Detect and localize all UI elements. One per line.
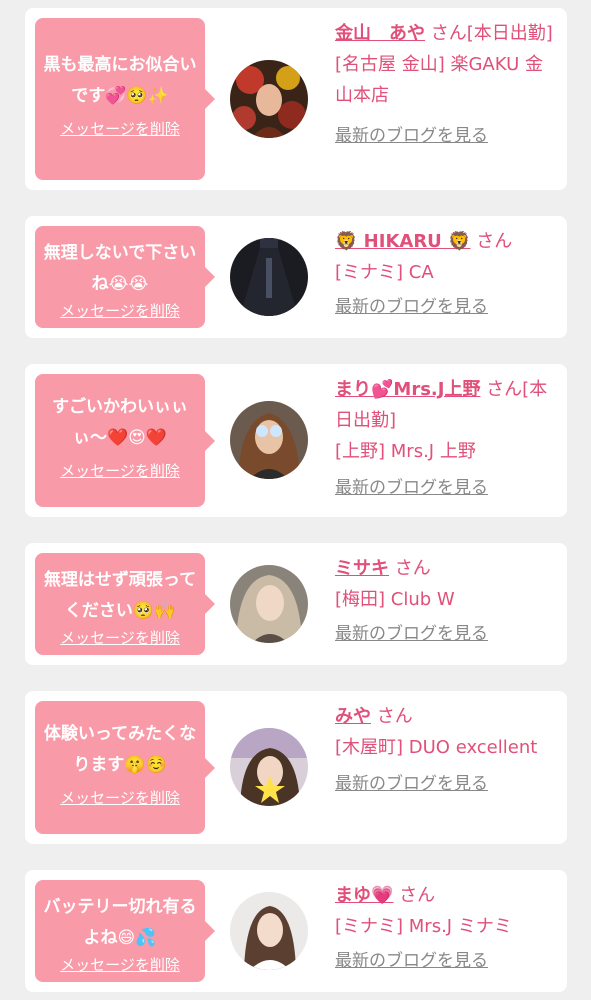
avatar[interactable]	[230, 565, 308, 643]
latest-blog-link[interactable]: 最新のブログを見る	[335, 121, 488, 152]
sender-info: 🦁 HIKARU 🦁 さん [ミナミ] CA 最新のブログを見る	[335, 226, 557, 323]
sender-status: さん[本日出勤]	[430, 23, 553, 44]
shop-link[interactable]: [ミナミ] CA	[335, 257, 557, 288]
delete-message-link[interactable]: メッセージを削除	[60, 627, 180, 648]
message-bubble: 黒も最高にお似合いです💞🥺✨ メッセージを削除	[35, 18, 215, 180]
message-text: 黒も最高にお似合いです💞🥺✨	[43, 55, 197, 106]
message-bubble: 無理はせず頑張ってください🥺🙌 メッセージを削除	[35, 553, 215, 655]
message-card: 黒も最高にお似合いです💞🥺✨ メッセージを削除 金山 あや さん[本日出勤] […	[25, 8, 567, 190]
sender-info: 金山 あや さん[本日出勤] [名古屋 金山] 楽GAKU 金山本店 最新のブロ…	[335, 18, 557, 152]
delete-message-link[interactable]: メッセージを削除	[60, 954, 180, 975]
message-card: すごいかわいぃぃぃ〜❤️😍❤️ メッセージを削除 まり💕Mrs.J上野 さん[本…	[25, 364, 567, 517]
shop-link[interactable]: [木屋町] DUO excellent	[335, 732, 557, 763]
shop-link[interactable]: [上野] Mrs.J 上野	[335, 436, 557, 467]
delete-message-link[interactable]: メッセージを削除	[60, 300, 180, 321]
message-text: 無理しないで下さいね😭😭	[43, 243, 197, 294]
sender-info: まゆ💗 さん [ミナミ] Mrs.J ミナミ 最新のブログを見る	[335, 880, 557, 977]
avatar[interactable]	[230, 401, 308, 479]
delete-message-link[interactable]: メッセージを削除	[60, 118, 180, 139]
message-bubble: 無理しないで下さいね😭😭 メッセージを削除	[35, 226, 215, 328]
sender-info: ミサキ さん [梅田] Club W 最新のブログを見る	[335, 553, 557, 650]
sender-status: さん	[394, 558, 431, 579]
message-bubble: バッテリー切れ有るよね😄💦 メッセージを削除	[35, 880, 215, 982]
message-card: 体験いってみたくなります🤫☺️ メッセージを削除 みや さん [木屋町] DUO…	[25, 691, 567, 844]
latest-blog-link[interactable]: 最新のブログを見る	[335, 946, 488, 977]
shop-link[interactable]: [名古屋 金山] 楽GAKU 金山本店	[335, 49, 557, 111]
delete-message-link[interactable]: メッセージを削除	[60, 460, 180, 481]
message-list: 黒も最高にお似合いです💞🥺✨ メッセージを削除 金山 あや さん[本日出勤] […	[0, 0, 591, 1000]
message-card: バッテリー切れ有るよね😄💦 メッセージを削除 まゆ💗 さん [ミナミ] Mrs.…	[25, 870, 567, 992]
sender-status: さん	[399, 885, 436, 906]
sender-status: さん	[376, 706, 413, 727]
sender-name-link[interactable]: ミサキ	[335, 558, 389, 579]
sender-name-link[interactable]: みや	[335, 706, 371, 727]
sender-name-link[interactable]: 🦁 HIKARU 🦁	[335, 231, 470, 252]
shop-link[interactable]: [梅田] Club W	[335, 584, 557, 615]
latest-blog-link[interactable]: 最新のブログを見る	[335, 769, 488, 800]
avatar[interactable]	[230, 238, 308, 316]
message-text: すごいかわいぃぃぃ〜❤️😍❤️	[52, 397, 188, 448]
message-card: 無理はせず頑張ってください🥺🙌 メッセージを削除 ミサキ さん [梅田] Clu…	[25, 543, 567, 665]
delete-message-link[interactable]: メッセージを削除	[60, 787, 180, 808]
latest-blog-link[interactable]: 最新のブログを見る	[335, 292, 488, 323]
shop-link[interactable]: [ミナミ] Mrs.J ミナミ	[335, 911, 557, 942]
message-text: 体験いってみたくなります🤫☺️	[43, 724, 197, 775]
sender-name-link[interactable]: 金山 あや	[335, 23, 425, 44]
message-text: バッテリー切れ有るよね😄💦	[43, 897, 197, 948]
message-bubble: 体験いってみたくなります🤫☺️ メッセージを削除	[35, 701, 215, 834]
latest-blog-link[interactable]: 最新のブログを見る	[335, 619, 488, 650]
message-bubble: すごいかわいぃぃぃ〜❤️😍❤️ メッセージを削除	[35, 374, 215, 507]
sender-name-link[interactable]: まり💕Mrs.J上野	[335, 379, 480, 400]
avatar[interactable]	[230, 728, 308, 806]
sender-info: まり💕Mrs.J上野 さん[本日出勤] [上野] Mrs.J 上野 最新のブログ…	[335, 374, 557, 504]
avatar[interactable]	[230, 60, 308, 138]
sender-status: さん	[476, 231, 513, 252]
message-card: 無理しないで下さいね😭😭 メッセージを削除 🦁 HIKARU 🦁 さん [ミナミ…	[25, 216, 567, 338]
sender-name-link[interactable]: まゆ💗	[335, 885, 393, 906]
sender-info: みや さん [木屋町] DUO excellent 最新のブログを見る	[335, 701, 557, 800]
latest-blog-link[interactable]: 最新のブログを見る	[335, 473, 488, 504]
avatar[interactable]	[230, 892, 308, 970]
message-text: 無理はせず頑張ってください🥺🙌	[43, 570, 197, 621]
